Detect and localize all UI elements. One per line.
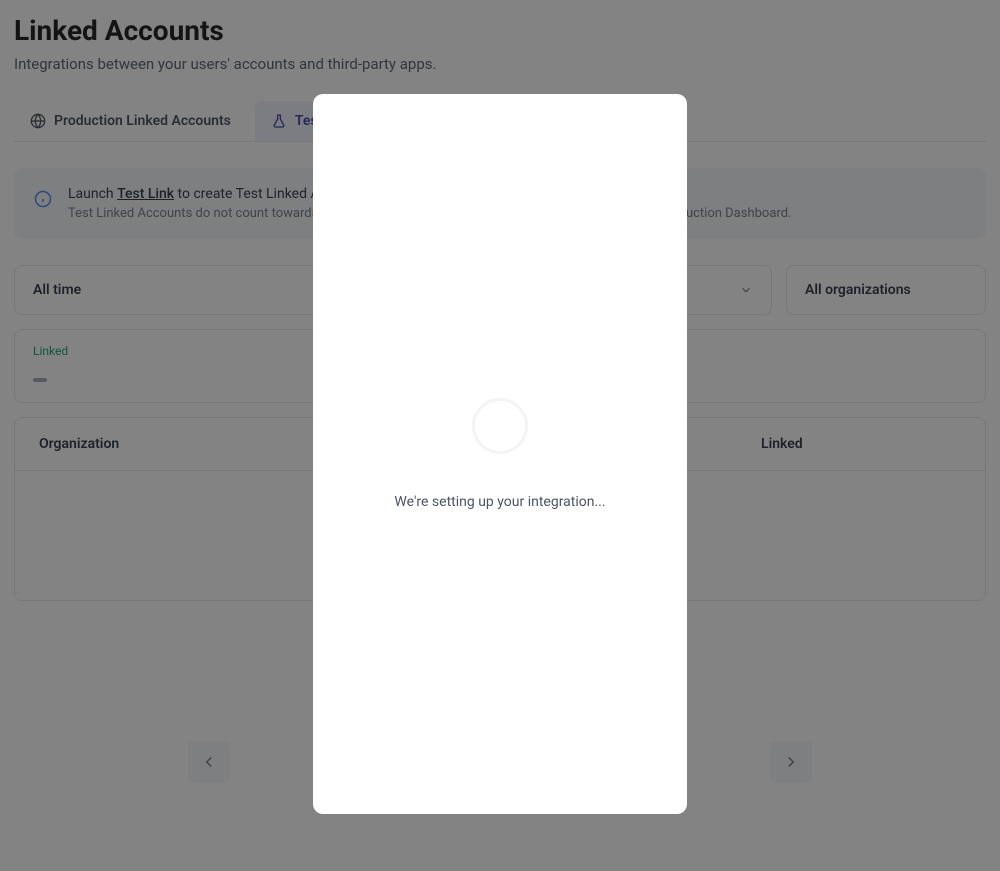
integration-modal: We're setting up your integration... bbox=[313, 94, 687, 814]
modal-message: We're setting up your integration... bbox=[394, 494, 605, 510]
loading-spinner-icon bbox=[472, 398, 528, 454]
modal-overlay[interactable]: We're setting up your integration... bbox=[0, 0, 1000, 871]
